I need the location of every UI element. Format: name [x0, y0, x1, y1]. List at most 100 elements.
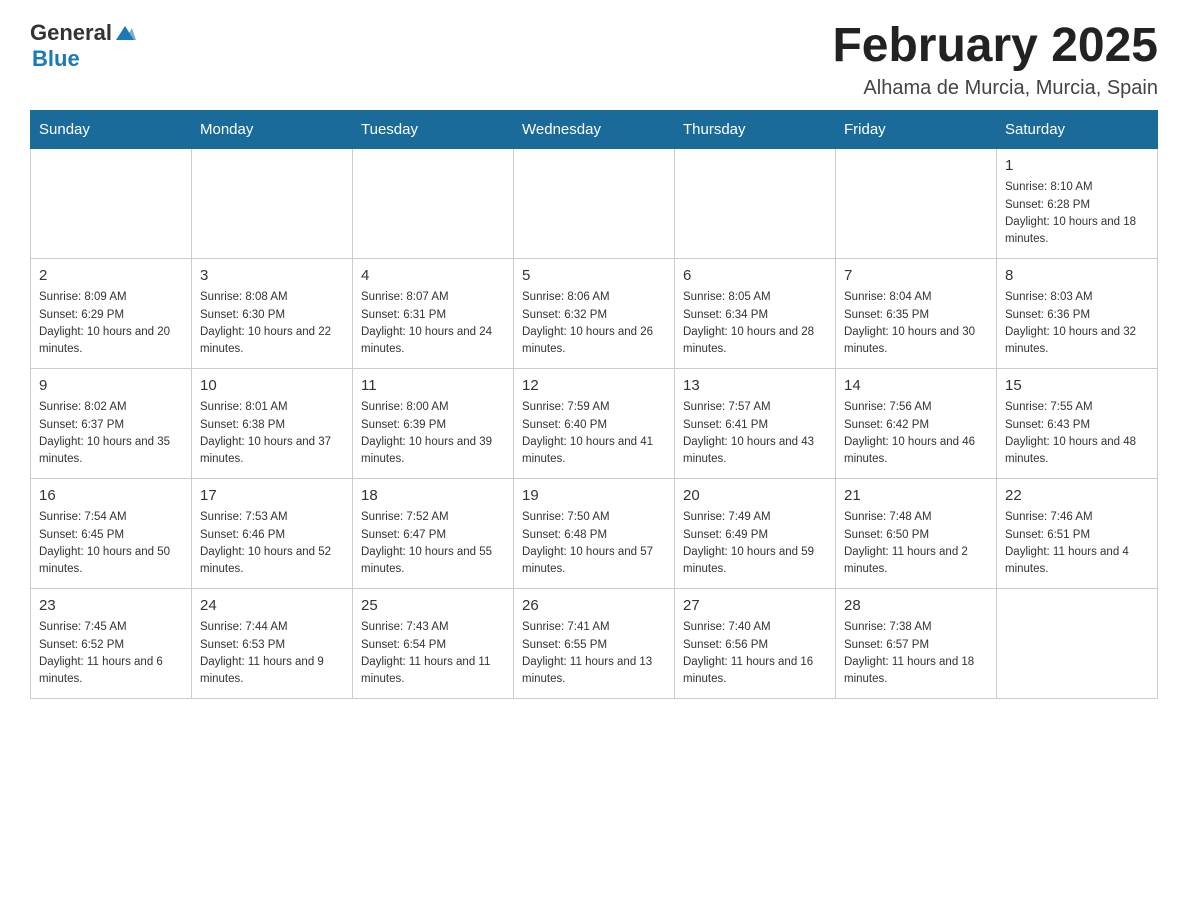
- day-number: 17: [200, 485, 344, 508]
- week-row-1: 1Sunrise: 8:10 AMSunset: 6:28 PMDaylight…: [31, 148, 1158, 258]
- calendar-cell: 28Sunrise: 7:38 AMSunset: 6:57 PMDayligh…: [836, 588, 997, 698]
- day-number: 28: [844, 595, 988, 618]
- col-header-wednesday: Wednesday: [514, 110, 675, 148]
- day-info: Sunrise: 7:52 AMSunset: 6:47 PMDaylight:…: [361, 509, 505, 578]
- calendar-cell: 14Sunrise: 7:56 AMSunset: 6:42 PMDayligh…: [836, 368, 997, 478]
- calendar-cell: 8Sunrise: 8:03 AMSunset: 6:36 PMDaylight…: [997, 258, 1158, 368]
- calendar-cell: 21Sunrise: 7:48 AMSunset: 6:50 PMDayligh…: [836, 478, 997, 588]
- col-header-friday: Friday: [836, 110, 997, 148]
- day-number: 26: [522, 595, 666, 618]
- calendar-cell: [514, 148, 675, 258]
- day-number: 24: [200, 595, 344, 618]
- calendar-table: SundayMondayTuesdayWednesdayThursdayFrid…: [30, 110, 1158, 699]
- week-row-5: 23Sunrise: 7:45 AMSunset: 6:52 PMDayligh…: [31, 588, 1158, 698]
- day-info: Sunrise: 8:05 AMSunset: 6:34 PMDaylight:…: [683, 289, 827, 358]
- day-info: Sunrise: 8:04 AMSunset: 6:35 PMDaylight:…: [844, 289, 988, 358]
- day-info: Sunrise: 7:49 AMSunset: 6:49 PMDaylight:…: [683, 509, 827, 578]
- location-subtitle: Alhama de Murcia, Murcia, Spain: [832, 77, 1158, 100]
- day-number: 18: [361, 485, 505, 508]
- day-info: Sunrise: 8:00 AMSunset: 6:39 PMDaylight:…: [361, 399, 505, 468]
- day-info: Sunrise: 7:53 AMSunset: 6:46 PMDaylight:…: [200, 509, 344, 578]
- calendar-cell: [997, 588, 1158, 698]
- day-number: 22: [1005, 485, 1149, 508]
- day-info: Sunrise: 8:09 AMSunset: 6:29 PMDaylight:…: [39, 289, 183, 358]
- day-info: Sunrise: 7:43 AMSunset: 6:54 PMDaylight:…: [361, 619, 505, 688]
- day-number: 13: [683, 375, 827, 398]
- calendar-cell: 23Sunrise: 7:45 AMSunset: 6:52 PMDayligh…: [31, 588, 192, 698]
- calendar-cell: 5Sunrise: 8:06 AMSunset: 6:32 PMDaylight…: [514, 258, 675, 368]
- calendar-cell: 24Sunrise: 7:44 AMSunset: 6:53 PMDayligh…: [192, 588, 353, 698]
- calendar-cell: 17Sunrise: 7:53 AMSunset: 6:46 PMDayligh…: [192, 478, 353, 588]
- title-area: February 2025 Alhama de Murcia, Murcia, …: [832, 20, 1158, 100]
- day-info: Sunrise: 7:54 AMSunset: 6:45 PMDaylight:…: [39, 509, 183, 578]
- calendar-cell: 20Sunrise: 7:49 AMSunset: 6:49 PMDayligh…: [675, 478, 836, 588]
- calendar-cell: 25Sunrise: 7:43 AMSunset: 6:54 PMDayligh…: [353, 588, 514, 698]
- calendar-cell: [353, 148, 514, 258]
- calendar-cell: [675, 148, 836, 258]
- calendar-cell: 22Sunrise: 7:46 AMSunset: 6:51 PMDayligh…: [997, 478, 1158, 588]
- calendar-cell: 16Sunrise: 7:54 AMSunset: 6:45 PMDayligh…: [31, 478, 192, 588]
- month-title: February 2025: [832, 20, 1158, 73]
- day-info: Sunrise: 7:45 AMSunset: 6:52 PMDaylight:…: [39, 619, 183, 688]
- page-header: General Blue February 2025 Alhama de Mur…: [30, 20, 1158, 100]
- day-number: 1: [1005, 155, 1149, 178]
- week-row-4: 16Sunrise: 7:54 AMSunset: 6:45 PMDayligh…: [31, 478, 1158, 588]
- logo-general-text: General: [30, 20, 112, 46]
- day-number: 19: [522, 485, 666, 508]
- day-number: 14: [844, 375, 988, 398]
- day-info: Sunrise: 7:38 AMSunset: 6:57 PMDaylight:…: [844, 619, 988, 688]
- day-number: 6: [683, 265, 827, 288]
- col-header-tuesday: Tuesday: [353, 110, 514, 148]
- day-number: 3: [200, 265, 344, 288]
- day-info: Sunrise: 7:55 AMSunset: 6:43 PMDaylight:…: [1005, 399, 1149, 468]
- day-number: 7: [844, 265, 988, 288]
- logo-icon: [114, 22, 136, 44]
- day-info: Sunrise: 7:44 AMSunset: 6:53 PMDaylight:…: [200, 619, 344, 688]
- day-number: 23: [39, 595, 183, 618]
- day-number: 10: [200, 375, 344, 398]
- day-number: 5: [522, 265, 666, 288]
- calendar-cell: 2Sunrise: 8:09 AMSunset: 6:29 PMDaylight…: [31, 258, 192, 368]
- day-number: 12: [522, 375, 666, 398]
- week-row-3: 9Sunrise: 8:02 AMSunset: 6:37 PMDaylight…: [31, 368, 1158, 478]
- calendar-cell: 26Sunrise: 7:41 AMSunset: 6:55 PMDayligh…: [514, 588, 675, 698]
- calendar-cell: 27Sunrise: 7:40 AMSunset: 6:56 PMDayligh…: [675, 588, 836, 698]
- calendar-cell: 10Sunrise: 8:01 AMSunset: 6:38 PMDayligh…: [192, 368, 353, 478]
- day-info: Sunrise: 8:01 AMSunset: 6:38 PMDaylight:…: [200, 399, 344, 468]
- day-info: Sunrise: 8:02 AMSunset: 6:37 PMDaylight:…: [39, 399, 183, 468]
- calendar-cell: 19Sunrise: 7:50 AMSunset: 6:48 PMDayligh…: [514, 478, 675, 588]
- day-info: Sunrise: 8:08 AMSunset: 6:30 PMDaylight:…: [200, 289, 344, 358]
- day-info: Sunrise: 7:50 AMSunset: 6:48 PMDaylight:…: [522, 509, 666, 578]
- day-number: 9: [39, 375, 183, 398]
- day-number: 2: [39, 265, 183, 288]
- day-info: Sunrise: 7:56 AMSunset: 6:42 PMDaylight:…: [844, 399, 988, 468]
- calendar-cell: 1Sunrise: 8:10 AMSunset: 6:28 PMDaylight…: [997, 148, 1158, 258]
- day-info: Sunrise: 7:48 AMSunset: 6:50 PMDaylight:…: [844, 509, 988, 578]
- calendar-cell: 9Sunrise: 8:02 AMSunset: 6:37 PMDaylight…: [31, 368, 192, 478]
- calendar-cell: [31, 148, 192, 258]
- day-info: Sunrise: 7:46 AMSunset: 6:51 PMDaylight:…: [1005, 509, 1149, 578]
- calendar-cell: 6Sunrise: 8:05 AMSunset: 6:34 PMDaylight…: [675, 258, 836, 368]
- calendar-cell: 11Sunrise: 8:00 AMSunset: 6:39 PMDayligh…: [353, 368, 514, 478]
- day-number: 16: [39, 485, 183, 508]
- calendar-cell: 13Sunrise: 7:57 AMSunset: 6:41 PMDayligh…: [675, 368, 836, 478]
- day-number: 20: [683, 485, 827, 508]
- col-header-thursday: Thursday: [675, 110, 836, 148]
- week-row-2: 2Sunrise: 8:09 AMSunset: 6:29 PMDaylight…: [31, 258, 1158, 368]
- day-number: 4: [361, 265, 505, 288]
- day-number: 21: [844, 485, 988, 508]
- calendar-cell: 15Sunrise: 7:55 AMSunset: 6:43 PMDayligh…: [997, 368, 1158, 478]
- day-number: 8: [1005, 265, 1149, 288]
- col-header-sunday: Sunday: [31, 110, 192, 148]
- calendar-cell: [836, 148, 997, 258]
- col-header-monday: Monday: [192, 110, 353, 148]
- day-info: Sunrise: 7:59 AMSunset: 6:40 PMDaylight:…: [522, 399, 666, 468]
- day-info: Sunrise: 7:40 AMSunset: 6:56 PMDaylight:…: [683, 619, 827, 688]
- col-header-saturday: Saturday: [997, 110, 1158, 148]
- day-info: Sunrise: 7:41 AMSunset: 6:55 PMDaylight:…: [522, 619, 666, 688]
- day-number: 15: [1005, 375, 1149, 398]
- day-info: Sunrise: 8:07 AMSunset: 6:31 PMDaylight:…: [361, 289, 505, 358]
- calendar-cell: 3Sunrise: 8:08 AMSunset: 6:30 PMDaylight…: [192, 258, 353, 368]
- calendar-header-row: SundayMondayTuesdayWednesdayThursdayFrid…: [31, 110, 1158, 148]
- calendar-cell: 4Sunrise: 8:07 AMSunset: 6:31 PMDaylight…: [353, 258, 514, 368]
